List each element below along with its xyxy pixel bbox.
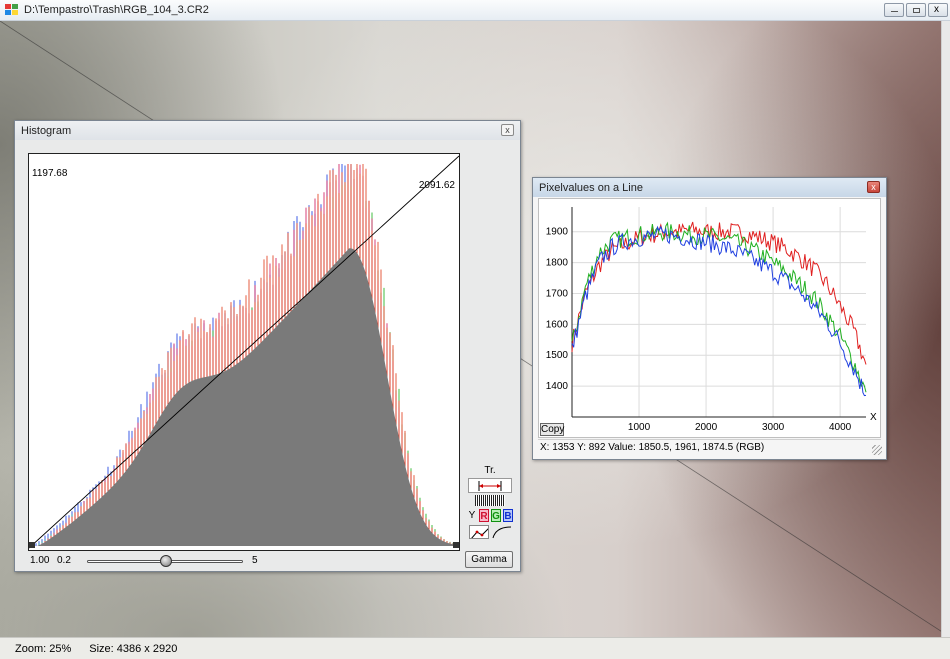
x-tick-label: 3000 <box>762 422 785 433</box>
main-titlebar: D:\Tempastro\Trash\RGB_104_3.CR2 x <box>0 0 950 21</box>
histogram-min-value: 1.00 <box>30 555 50 566</box>
restore-button[interactable] <box>906 3 926 17</box>
histogram-chart <box>29 155 459 549</box>
channel-g[interactable]: G <box>491 509 501 522</box>
y-tick-label: 1600 <box>546 319 569 330</box>
histogram-plot[interactable]: 1197.68 2091.62 <box>28 153 460 551</box>
y-tick-label: 1700 <box>546 288 569 299</box>
line-profile-window[interactable]: Pixelvalues on a Line x 1000 2000 3000 4000… <box>532 177 887 460</box>
x-tick-label: 4000 <box>829 422 852 433</box>
vertical-scrollbar[interactable] <box>941 21 950 637</box>
close-icon: x <box>934 4 939 15</box>
range-arrows-icon <box>478 481 502 491</box>
window-title: D:\Tempastro\Trash\RGB_104_3.CR2 <box>24 4 209 16</box>
app-icon <box>5 4 19 16</box>
restore-icon <box>913 8 920 13</box>
histogram-right-label: 2091.62 <box>418 180 455 191</box>
y-tick-label: 1500 <box>546 350 569 361</box>
histogram-title: Histogram <box>21 124 72 137</box>
slider-min-label: 0.2 <box>57 555 71 566</box>
histogram-toolbar: Tr. Y R G B <box>465 465 515 539</box>
curve-mode-icon[interactable] <box>468 525 489 539</box>
close-button[interactable]: x <box>928 3 948 17</box>
gamma-slider-thumb[interactable] <box>160 555 172 567</box>
bars-mode-icon[interactable] <box>475 495 505 506</box>
channel-y[interactable]: Y <box>467 509 477 522</box>
y-tick-label: 1900 <box>546 227 569 238</box>
y-tick-label: 1800 <box>546 258 569 269</box>
profile-titlebar[interactable]: Pixelvalues on a Line x <box>533 178 886 197</box>
profile-title: Pixelvalues on a Line <box>539 181 643 194</box>
channel-toggles: Y R G B <box>465 509 515 522</box>
profile-close-button[interactable]: x <box>867 181 880 193</box>
histogram-window[interactable]: Histogram x 1197.68 2091.62 1.00 0.2 5 T… <box>14 120 521 572</box>
histogram-peak-label: 1197.68 <box>32 168 68 179</box>
profile-series-line <box>571 225 867 397</box>
zoom-status: Zoom: 25% <box>15 642 72 655</box>
profile-series-line <box>571 221 867 393</box>
range-mode-button[interactable] <box>468 478 512 493</box>
profile-plot[interactable]: 1000 2000 3000 4000 1400 1500 1600 1700 1800 1900… <box>538 198 881 438</box>
x-axis-label: X <box>870 412 877 423</box>
channel-b[interactable]: B <box>503 509 513 522</box>
histogram-white-point-handle <box>453 542 459 548</box>
minimize-button[interactable] <box>884 3 904 17</box>
tr-label: Tr. <box>484 465 496 476</box>
copy-button[interactable]: Copy <box>540 423 564 436</box>
minimize-icon <box>891 11 898 12</box>
x-tick-label: 2000 <box>695 422 718 433</box>
histogram-close-button[interactable]: x <box>501 124 514 136</box>
y-tick-label: 1400 <box>546 381 569 392</box>
histogram-black-point-handle <box>29 542 35 548</box>
profile-chart: 1000 2000 3000 4000 1400 1500 1600 1700 1800 1900… <box>546 207 877 433</box>
status-bar: Zoom: 25% Size: 4386 x 2920 <box>0 637 950 659</box>
profile-status: X: 1353 Y: 892 Value: 1850.5, 1961, 1874… <box>538 439 881 455</box>
size-status: Size: 4386 x 2920 <box>89 642 178 655</box>
gamma-button[interactable]: Gamma <box>465 551 513 568</box>
histogram-titlebar[interactable]: Histogram x <box>15 121 520 140</box>
channel-r[interactable]: R <box>479 509 489 522</box>
resize-grip-icon[interactable] <box>872 445 882 455</box>
histogram-gamma-row: 1.00 0.2 5 <box>28 552 460 569</box>
slider-max-label: 5 <box>252 555 258 566</box>
gamma-curve-icon[interactable] <box>492 525 512 539</box>
x-tick-label: 1000 <box>628 422 651 433</box>
